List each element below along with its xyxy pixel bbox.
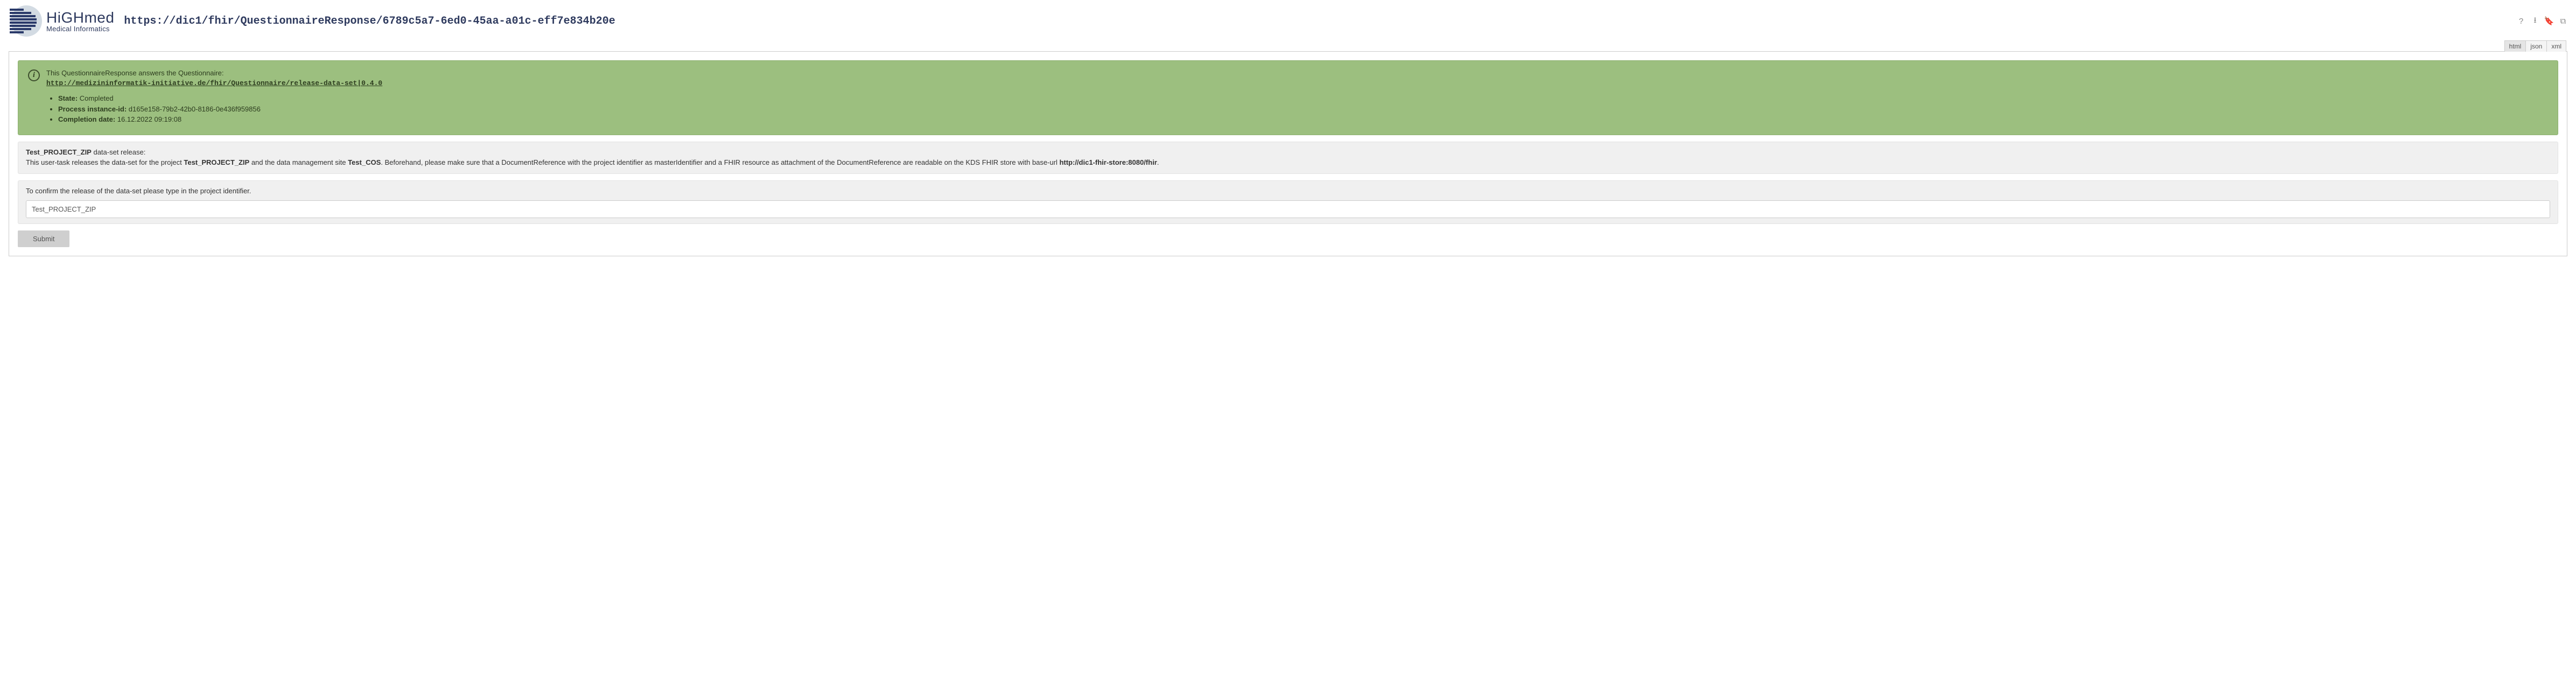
copy-icon[interactable]: ⧉ — [2559, 17, 2567, 25]
tab-xml[interactable]: xml — [2546, 40, 2566, 52]
info-process-id: Process instance-id: d165e158-79b2-42b0-… — [58, 104, 2548, 114]
main-panel: i This QuestionnaireResponse answers the… — [9, 51, 2567, 256]
info-icon: i — [28, 69, 40, 81]
format-tabs: html json xml — [9, 40, 2567, 52]
project-identifier-input[interactable] — [26, 200, 2550, 218]
page-url: https://dic1/fhir/QuestionnaireResponse/… — [124, 15, 615, 27]
confirm-block: To confirm the release of the data-set p… — [18, 180, 2558, 225]
info-state: State: Completed — [58, 94, 2548, 103]
info-completion-date: Completion date: 16.12.2022 09:19:08 — [58, 115, 2548, 124]
submit-button[interactable]: Submit — [18, 230, 69, 247]
logo-mark — [9, 4, 42, 38]
info-banner: i This QuestionnaireResponse answers the… — [18, 60, 2558, 135]
description-block: Test_PROJECT_ZIP data-set release: This … — [18, 142, 2558, 174]
questionnaire-link[interactable]: http://medizininformatik-initiative.de/f… — [46, 79, 382, 87]
bookmark-icon[interactable]: 🔖 — [2545, 17, 2553, 25]
logo-subtitle: Medical Informatics — [46, 25, 114, 32]
confirm-label: To confirm the release of the data-set p… — [26, 186, 2550, 197]
download-icon[interactable]: ⭳ — [2531, 17, 2539, 25]
logo-title: HiGHmed — [46, 10, 114, 25]
info-lead: This QuestionnaireResponse answers the Q… — [46, 69, 224, 77]
tab-json[interactable]: json — [2525, 40, 2547, 52]
tab-html[interactable]: html — [2504, 40, 2526, 52]
help-icon[interactable]: ? — [2517, 17, 2525, 25]
logo: HiGHmed Medical Informatics — [9, 4, 114, 38]
